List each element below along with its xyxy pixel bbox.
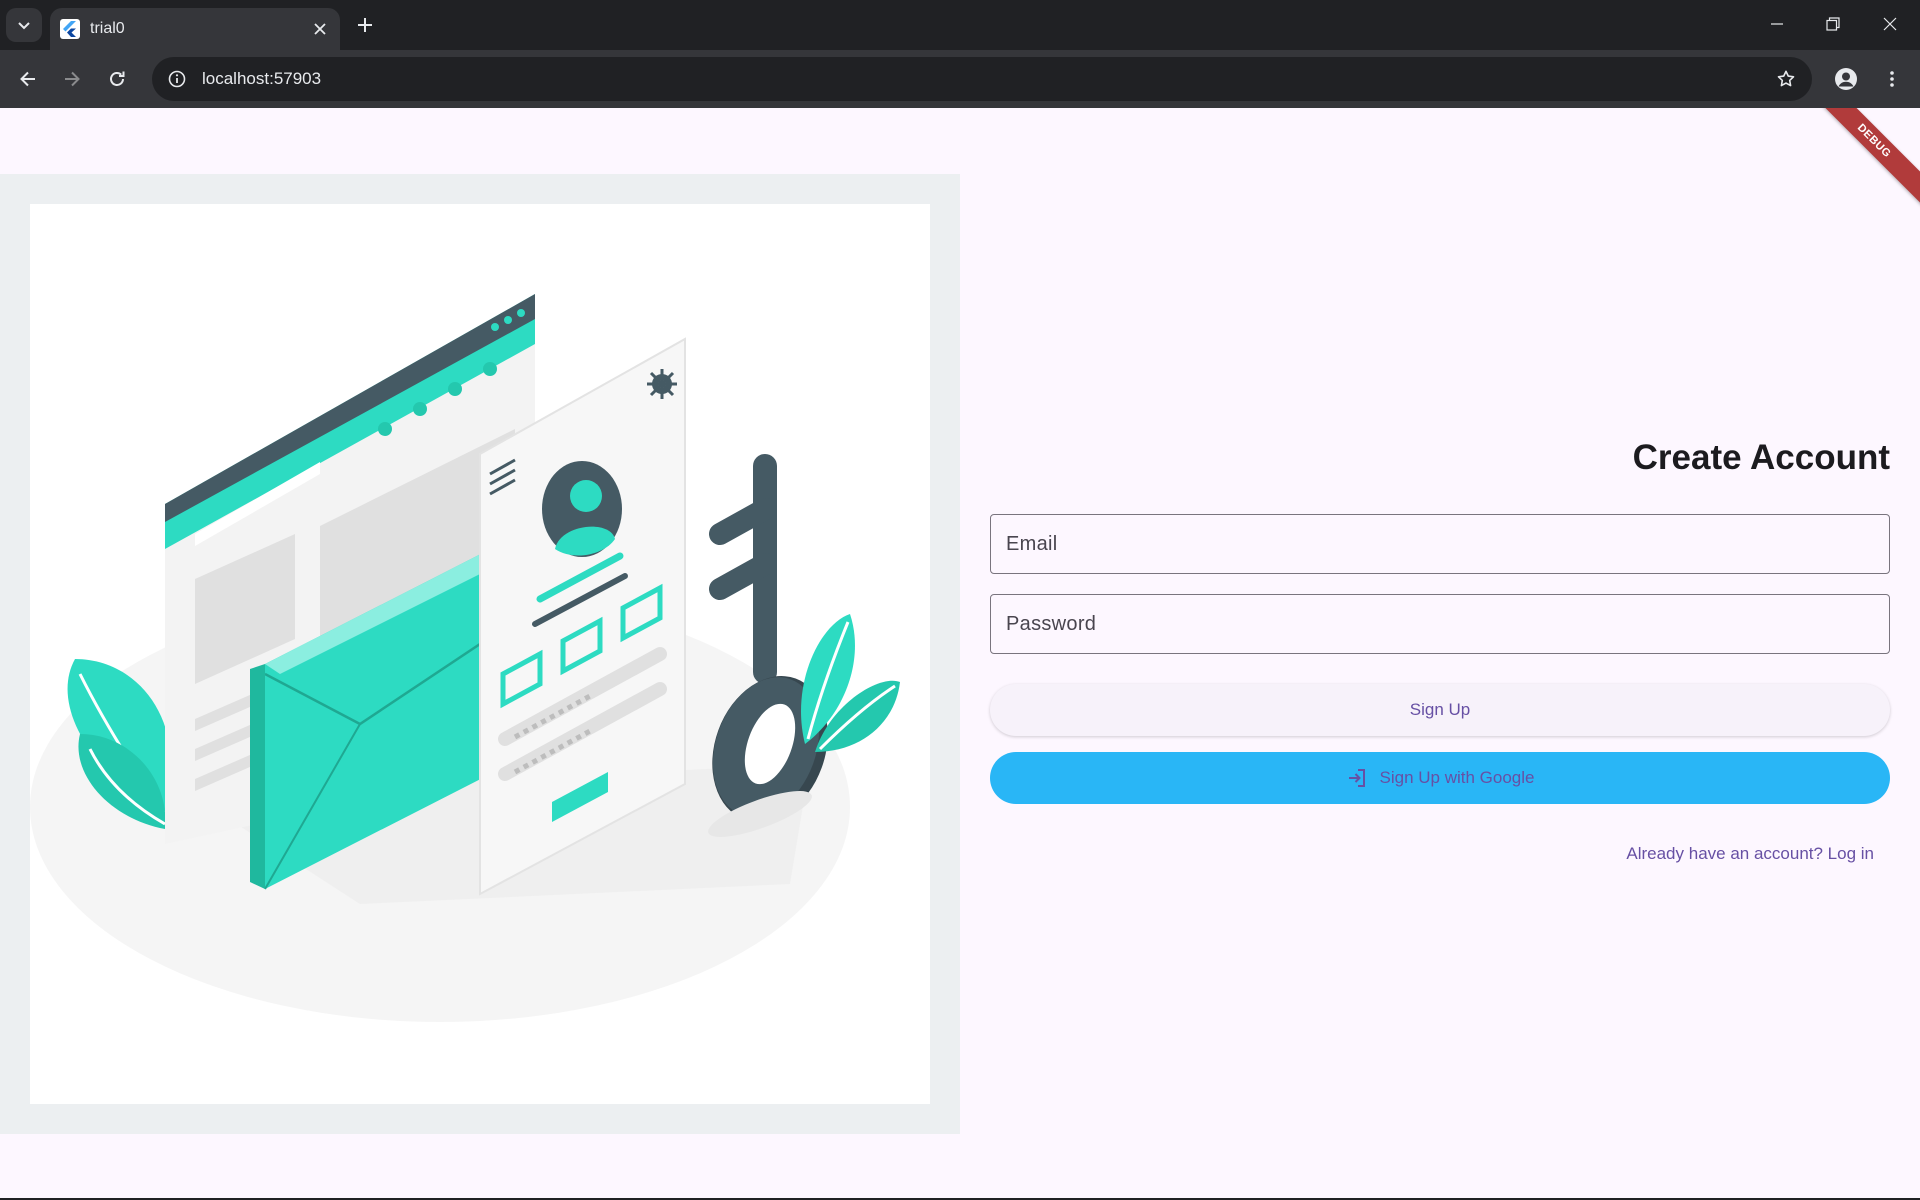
tab-strip: trial0 xyxy=(0,0,1920,50)
email-label: Email xyxy=(1006,532,1058,555)
sign-up-button[interactable]: Sign Up xyxy=(990,684,1890,736)
bookmark-star-icon[interactable] xyxy=(1770,63,1802,95)
arrow-left-icon xyxy=(20,71,35,87)
reload-button[interactable] xyxy=(101,63,133,95)
restore-icon xyxy=(1826,17,1840,31)
account-icon xyxy=(1835,68,1857,90)
new-tab-button[interactable] xyxy=(350,10,380,40)
chevron-down-icon xyxy=(18,22,30,30)
page-title: Create Account xyxy=(1632,438,1890,477)
minimize-button[interactable] xyxy=(1757,6,1797,42)
arrow-right-icon xyxy=(65,71,80,87)
plus-icon xyxy=(358,18,372,32)
app-page: DEBUG Create Account Email Password Sign… xyxy=(0,108,1920,1198)
password-label: Password xyxy=(1006,612,1097,635)
email-field[interactable]: Email xyxy=(990,514,1890,574)
forward-button[interactable] xyxy=(56,63,88,95)
tab-title: trial0 xyxy=(90,20,125,37)
back-button[interactable] xyxy=(12,63,44,95)
google-sign-up-button[interactable]: Sign Up with Google xyxy=(990,752,1890,804)
illustration-card xyxy=(30,204,930,1104)
minimize-icon xyxy=(1771,23,1783,25)
login-icon xyxy=(1346,766,1370,790)
tab-search-button[interactable] xyxy=(6,8,42,42)
reload-icon xyxy=(110,71,125,86)
site-info-icon[interactable] xyxy=(166,68,188,90)
password-field[interactable]: Password xyxy=(990,594,1890,654)
google-sign-up-label: Sign Up with Google xyxy=(1379,768,1535,787)
profile-button[interactable] xyxy=(1830,63,1862,95)
signup-form: Create Account Email Password Sign Up Si… xyxy=(990,108,1890,1198)
close-icon xyxy=(1883,17,1897,31)
url-text: localhost:57903 xyxy=(202,69,322,88)
address-bar[interactable]: localhost:57903 xyxy=(152,57,1812,101)
login-link[interactable]: Already have an account? Log in xyxy=(1626,844,1874,864)
login-illustration xyxy=(30,294,900,1022)
menu-button[interactable] xyxy=(1876,63,1908,95)
flutter-icon xyxy=(60,19,80,39)
sign-up-label: Sign Up xyxy=(1409,700,1471,719)
close-tab-icon[interactable] xyxy=(306,15,334,43)
close-window-button[interactable] xyxy=(1870,6,1910,42)
illustration-frame xyxy=(0,174,960,1134)
more-vertical-icon xyxy=(1890,71,1894,87)
browser-tab[interactable]: trial0 xyxy=(50,8,340,50)
browser-toolbar: localhost:57903 xyxy=(0,50,1920,108)
restore-button[interactable] xyxy=(1813,6,1853,42)
